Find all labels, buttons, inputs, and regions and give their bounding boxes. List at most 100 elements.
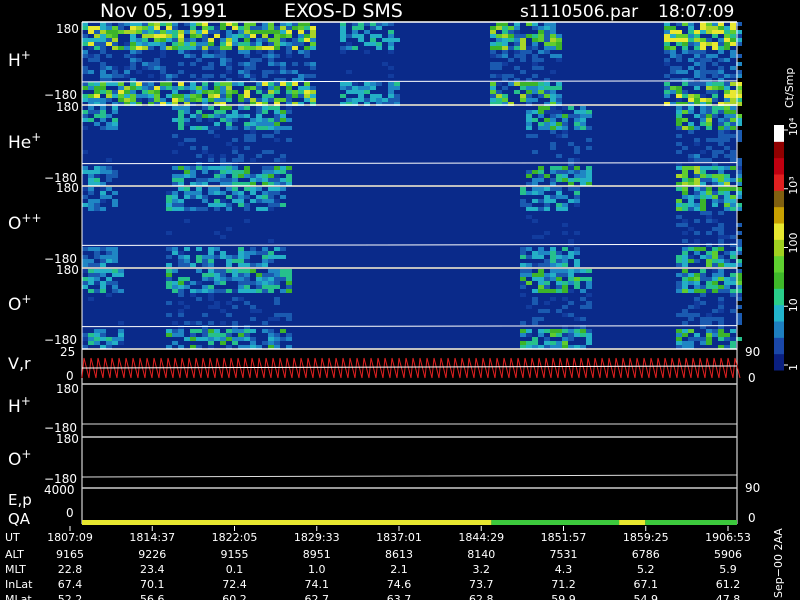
heatmap-cell (664, 58, 670, 62)
heatmap-cell (148, 94, 154, 98)
heatmap-cell (580, 106, 586, 110)
heatmap-cell (100, 82, 106, 86)
heatmap-cell (556, 203, 562, 207)
heatmap-cell (364, 98, 370, 102)
heatmap-cell (580, 305, 586, 309)
heatmap-cell (232, 269, 238, 273)
heatmap-cell (106, 38, 112, 42)
heatmap-cell (214, 110, 220, 114)
heatmap-cell (88, 269, 94, 273)
heatmap-cell (568, 277, 574, 281)
heatmap-cell (502, 94, 508, 98)
heatmap-cell (184, 86, 190, 90)
heatmap-cell (700, 62, 706, 66)
heatmap-cell (196, 195, 202, 199)
heatmap-cell (340, 94, 346, 98)
heatmap-cell (520, 50, 526, 54)
heatmap-cell (232, 329, 238, 333)
heatmap-cell (550, 178, 556, 182)
heatmap-cell (190, 293, 196, 297)
heatmap-cell (274, 297, 280, 301)
heatmap-cell (724, 289, 730, 293)
heatmap-cell (358, 34, 364, 38)
heatmap-cell (244, 98, 250, 102)
panel-label-vr: V,r (8, 354, 31, 373)
heatmap-cell (682, 50, 688, 54)
heatmap-cell (568, 273, 574, 277)
heatmap-cell (490, 42, 496, 46)
heatmap-cell (718, 150, 724, 154)
heatmap-cell (88, 247, 94, 251)
table-cell: 0.1 (226, 563, 244, 576)
heatmap-cell (718, 178, 724, 182)
heatmap-cell (184, 191, 190, 195)
heatmap-cell (238, 281, 244, 285)
heatmap-cell (544, 122, 550, 126)
heatmap-cell (214, 170, 220, 174)
heatmap-cell (172, 178, 178, 182)
heatmap-cell (172, 207, 178, 211)
heatmap-cell (568, 337, 574, 341)
heatmap-cell (178, 166, 184, 170)
heatmap-cell (226, 269, 232, 273)
heatmap-cell (730, 54, 736, 58)
row-label-alt: ALT (5, 548, 24, 561)
heatmap-cell (574, 170, 580, 174)
heatmap-cell (286, 98, 292, 102)
heatmap-cell (148, 82, 154, 86)
heatmap-cell (304, 30, 310, 34)
heatmap-cell (280, 98, 286, 102)
heatmap-cell (112, 170, 118, 174)
heatmap-cell (178, 309, 184, 313)
heatmap-cell (262, 106, 268, 110)
heatmap-cell (274, 30, 280, 34)
heatmap-cell (172, 42, 178, 46)
heatmap-cell (496, 82, 502, 86)
heatmap-cell (220, 162, 226, 166)
heatmap-cell (106, 114, 112, 118)
heatmap-cell (196, 255, 202, 259)
heatmap-cell (694, 207, 700, 211)
heatmap-cell (172, 251, 178, 255)
heatmap-cell (538, 34, 544, 38)
heatmap-cell (538, 251, 544, 255)
heatmap-cell (238, 269, 244, 273)
heatmap-cell (280, 289, 286, 293)
heatmap-cell (286, 178, 292, 182)
heatmap-cell (238, 273, 244, 277)
heatmap-cell (712, 255, 718, 259)
heatmap-cell (172, 118, 178, 122)
heatmap-cell (208, 273, 214, 277)
heatmap-cell (532, 321, 538, 325)
heatmap-cell (250, 98, 256, 102)
heatmap-cell (244, 174, 250, 178)
heatmap-cell (574, 114, 580, 118)
heatmap-cell (688, 50, 694, 54)
heatmap-cell (208, 94, 214, 98)
heatmap-cell (160, 98, 166, 102)
heatmap-cell (544, 259, 550, 263)
heatmap-cell (190, 337, 196, 341)
heatmap-cell (268, 174, 274, 178)
heatmap-cell (88, 118, 94, 122)
heatmap-cell (178, 110, 184, 114)
heatmap-cell (238, 170, 244, 174)
heatmap-cell (226, 301, 232, 305)
heatmap-cell (244, 42, 250, 46)
heatmap-cell (538, 106, 544, 110)
heatmap-cell (586, 269, 592, 273)
heatmap-cell (220, 46, 226, 50)
heatmap-cell (172, 341, 178, 345)
heatmap-cell (730, 199, 736, 203)
heatmap-cell (556, 285, 562, 289)
heatmap-cell (238, 333, 244, 337)
heatmap-cell (538, 255, 544, 259)
heatmap-cell (700, 174, 706, 178)
heatmap-cell (220, 94, 226, 98)
heatmap-cell (724, 38, 730, 42)
heatmap-cell (172, 281, 178, 285)
heatmap-cell (106, 259, 112, 263)
heatmap-cell (562, 329, 568, 333)
heatmap-cell (214, 231, 220, 235)
heatmap-cell (664, 26, 670, 30)
